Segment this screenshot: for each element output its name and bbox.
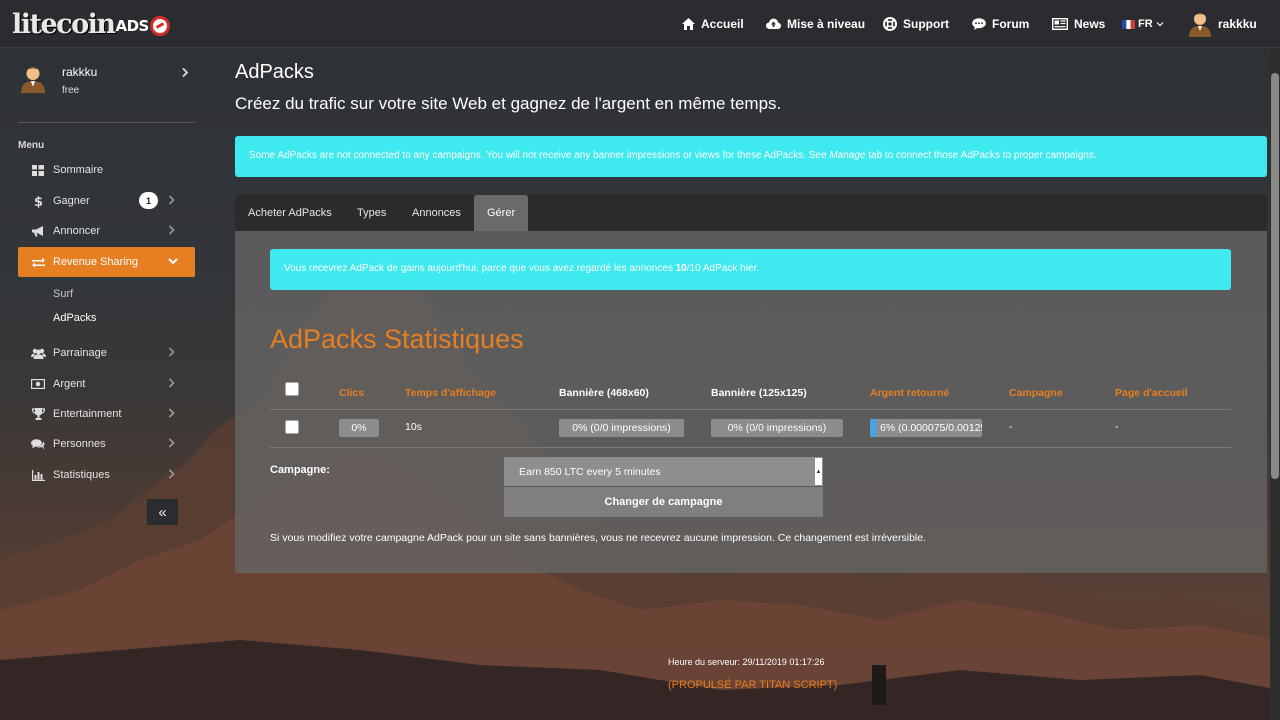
- nav-support[interactable]: Support: [883, 14, 949, 34]
- chevron-right-icon: [168, 378, 175, 388]
- no-sign-icon: [149, 15, 170, 36]
- campaign-note: Si vous modifiez votre campagne AdPack p…: [270, 532, 927, 544]
- cell-page: -: [1115, 421, 1119, 433]
- table-divider: [270, 447, 1231, 448]
- sidebar-item-parrainage[interactable]: Parrainage: [18, 338, 195, 368]
- sidebar-item-entertainment[interactable]: Entertainment: [18, 399, 195, 429]
- sidebar-subitem-adpacks[interactable]: AdPacks: [53, 312, 96, 324]
- nav-forum[interactable]: Forum: [972, 14, 1029, 34]
- top-navbar: litecoin ADS Accueil Mise à niveau Suppo…: [0, 0, 1280, 48]
- cell-temps: 10s: [405, 421, 422, 433]
- page-subtitle: Créez du trafic sur votre site Web et ga…: [235, 94, 782, 113]
- money-icon: [31, 379, 45, 389]
- user-menu[interactable]: rakkku: [1188, 10, 1257, 38]
- users-icon: [30, 348, 46, 359]
- sidebar-username: rakkku: [62, 65, 98, 79]
- avatar: [21, 67, 45, 94]
- chevron-right-icon: [182, 67, 189, 78]
- trophy-icon: [31, 408, 45, 420]
- exchange-icon: [31, 257, 45, 267]
- tab-gerer[interactable]: Gérer: [474, 195, 529, 231]
- megaphone-icon: [31, 225, 43, 236]
- chevron-down-icon: [168, 258, 178, 265]
- col-header-argent: Argent retourné: [870, 387, 950, 399]
- chevron-down-icon: [1156, 22, 1164, 27]
- cell-clics: 0%: [339, 419, 379, 437]
- col-header-clics: Clics: [339, 387, 365, 399]
- sidebar-item-personnes[interactable]: Personnes: [18, 429, 195, 459]
- scrollbar-thumb[interactable]: [1271, 73, 1279, 479]
- menu-heading: Menu: [18, 140, 45, 151]
- sidebar-item-annoncer[interactable]: Annoncer: [18, 216, 195, 246]
- col-header-banner-125: Bannière (125x125): [711, 387, 807, 399]
- manage-panel: Vous recevrez AdPack de gains aujourd'hu…: [235, 231, 1267, 573]
- newspaper-icon: [1052, 18, 1068, 30]
- chevron-right-icon: [168, 195, 175, 205]
- table-divider: [270, 409, 1231, 410]
- powered-by-link[interactable]: (PROPULSÉ PAR TITAN SCRIPT): [668, 679, 837, 691]
- cloud-upload-icon: [766, 18, 781, 29]
- sidebar-item-sommaire[interactable]: Sommaire: [18, 155, 195, 185]
- bar-chart-icon: [31, 469, 45, 481]
- tab-types[interactable]: Types: [344, 195, 399, 231]
- sidebar: rakkku free Menu Sommaire $ Gagner 1 Ann…: [0, 49, 213, 529]
- col-header-temps: Temps d'affichage: [405, 387, 496, 399]
- sidebar-user-card[interactable]: rakkku free: [18, 61, 196, 111]
- dollar-icon: $: [34, 195, 42, 208]
- svg-text:$: $: [34, 195, 42, 208]
- sidebar-divider: [18, 122, 195, 123]
- dashboard-icon: [32, 164, 44, 176]
- language-selector[interactable]: FR: [1122, 14, 1170, 34]
- notification-badge: 1: [139, 192, 158, 209]
- chevron-right-icon: [168, 469, 175, 479]
- adpacks-tabs: Acheter AdPacks Types Annonces Gérer: [235, 195, 1267, 231]
- sidebar-item-argent[interactable]: Argent: [18, 369, 195, 399]
- sidebar-item-gagner[interactable]: $ Gagner 1: [18, 186, 195, 216]
- campaign-warning-alert: Some AdPacks are not connected to any ca…: [235, 136, 1267, 177]
- col-header-campagne: Campagne: [1009, 387, 1063, 399]
- progress-text: 6% (0.000075/0.00125: [880, 422, 982, 434]
- home-icon: [682, 18, 695, 30]
- cell-banner-125: 0% (0/0 impressions): [711, 419, 843, 437]
- page-title: AdPacks: [235, 61, 314, 83]
- comments-icon: [31, 438, 45, 449]
- sidebar-item-statistiques[interactable]: Statistiques: [18, 460, 195, 490]
- chevron-right-icon: [168, 408, 175, 418]
- progress-fill: [870, 419, 877, 437]
- cell-campagne: -: [1009, 421, 1013, 433]
- sidebar-collapse-button[interactable]: «: [147, 499, 178, 525]
- chevron-right-icon: [168, 347, 175, 357]
- select-all-checkbox[interactable]: [285, 382, 299, 396]
- server-time: Heure du serveur: 29/11/2019 01:17:26: [668, 657, 825, 667]
- cell-banner-468: 0% (0/0 impressions): [559, 419, 684, 437]
- tab-acheter-adpacks[interactable]: Acheter AdPacks: [235, 195, 345, 231]
- sidebar-item-revenue-sharing[interactable]: Revenue Sharing: [18, 247, 195, 277]
- sidebar-user-plan: free: [62, 85, 80, 96]
- lifebuoy-icon: [883, 17, 897, 31]
- france-flag-icon: [1122, 19, 1135, 29]
- site-logo[interactable]: litecoin ADS: [12, 8, 170, 40]
- cell-argent-progress: 6% (0.000075/0.00125: [870, 419, 982, 437]
- row-checkbox[interactable]: [285, 420, 299, 434]
- chevron-right-icon: [168, 438, 175, 448]
- select-arrow-icon: ▲: [815, 458, 822, 485]
- tab-annonces[interactable]: Annonces: [399, 195, 474, 231]
- campaign-label: Campagne:: [270, 464, 330, 476]
- col-header-page: Page d'accueil: [1115, 387, 1188, 399]
- nav-upgrade[interactable]: Mise à niveau: [766, 14, 865, 34]
- campaign-select-value: Earn 850 LTC every 5 minutes: [519, 466, 661, 478]
- nav-news[interactable]: News: [1052, 14, 1105, 34]
- earnings-info-alert: Vous recevrez AdPack de gains aujourd'hu…: [270, 249, 1231, 290]
- stats-heading: AdPacks Statistiques: [270, 324, 524, 354]
- chevron-right-icon: [168, 225, 175, 235]
- chat-icon: [972, 18, 986, 30]
- change-campaign-button[interactable]: Changer de campagne: [504, 487, 823, 517]
- avatar: [1189, 13, 1211, 37]
- nav-home[interactable]: Accueil: [682, 14, 744, 34]
- col-header-banner-468: Bannière (468x60): [559, 387, 649, 399]
- sidebar-subitem-surf[interactable]: Surf: [53, 288, 73, 300]
- campaign-select[interactable]: Earn 850 LTC every 5 minutes ▲: [504, 457, 823, 486]
